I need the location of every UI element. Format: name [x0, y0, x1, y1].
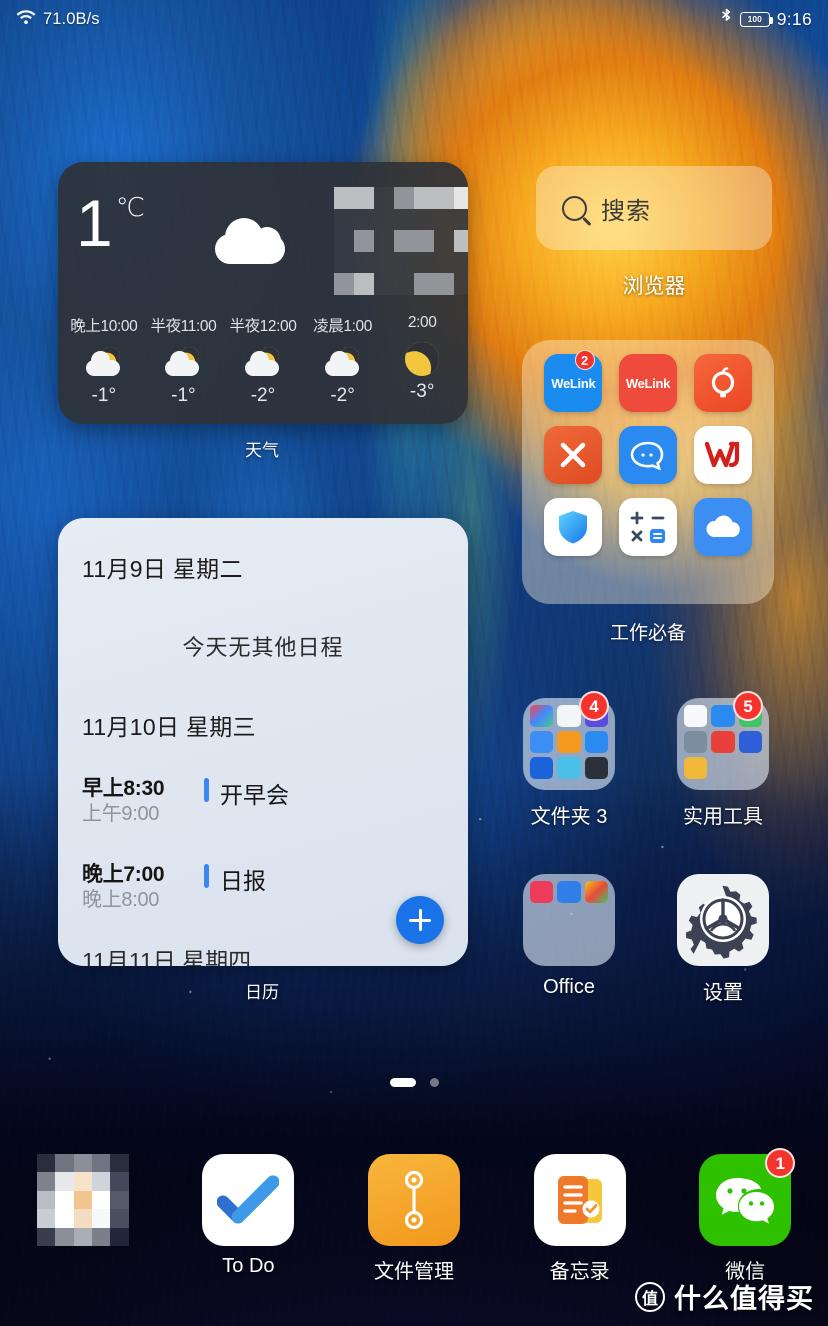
forecast-hour: 半夜12:00 -2° [223, 314, 303, 407]
dock-item-blurred[interactable] [0, 1154, 166, 1255]
moon-cloud-icon [64, 343, 144, 383]
watermark-text: 什么值得买 [674, 1277, 814, 1316]
peach-icon [706, 365, 740, 401]
calendar-date-tomorrow: 11月10日 星期三 [82, 708, 256, 742]
event-title: 开早会 [220, 776, 289, 810]
censored-mosaic-block [334, 187, 468, 295]
forecast-hour: 2:00 -3° [382, 314, 462, 407]
checkmark-icon [202, 1154, 294, 1246]
search-input[interactable]: 搜索 [536, 166, 772, 250]
page-dot-2[interactable] [430, 1078, 439, 1087]
x-icon [556, 438, 590, 472]
calendar-event[interactable]: 晚上7:00 晚上8:00 日报 [82, 862, 266, 913]
app-settings[interactable]: 设置 [664, 874, 782, 1005]
wps-w-icon [703, 438, 743, 472]
browser-widget-label: 浏览器 [536, 270, 772, 300]
search-icon [562, 196, 587, 221]
dock-item-file-manager[interactable]: 文件管理 [331, 1154, 497, 1284]
folder-utility-tools-label: 实用工具 [664, 800, 782, 829]
app-welink-blue[interactable]: WeLink 2 [536, 354, 611, 412]
folder-office-icon [523, 874, 615, 966]
notes-icon [534, 1154, 626, 1246]
app-welink-red[interactable]: WeLink [611, 354, 686, 412]
add-event-button[interactable] [396, 896, 444, 944]
moon-icon [382, 339, 462, 379]
folder-work-essentials-label: 工作必备 [522, 618, 774, 645]
moon-cloud-icon [144, 343, 224, 383]
weather-widget[interactable]: 1 ℃ 晚上10:00 -1° 半夜11:00 -1° 半夜12:00 -2° … [58, 162, 468, 424]
hourly-forecast: 晚上10:00 -1° 半夜11:00 -1° 半夜12:00 -2° 凌晨1:… [58, 314, 468, 407]
page-dot-1[interactable] [390, 1078, 416, 1087]
wifi-icon [16, 9, 36, 30]
watermark-logo: 值 [635, 1282, 665, 1312]
moon-cloud-icon [223, 343, 303, 383]
shield-icon [555, 508, 591, 546]
app-calculator[interactable] [611, 498, 686, 556]
notification-badge: 1 [765, 1148, 795, 1178]
event-color-bar [204, 864, 209, 888]
battery-indicator: 100 [740, 12, 770, 27]
app-chat[interactable] [611, 426, 686, 484]
event-title: 日报 [220, 862, 266, 896]
gear-icon [677, 874, 769, 966]
dock-item-todo[interactable]: To Do [166, 1154, 332, 1278]
notification-badge: 5 [733, 691, 763, 721]
calendar-empty-message: 今天无其他日程 [58, 630, 468, 662]
app-cloud-drive[interactable] [685, 498, 760, 556]
search-placeholder: 搜索 [601, 191, 651, 226]
app-peach[interactable] [685, 354, 760, 412]
folder-3[interactable]: 4 文件夹 3 [510, 698, 628, 829]
calendar-widget-label: 日历 [0, 978, 524, 1003]
event-color-bar [204, 778, 209, 802]
app-wps-office[interactable] [685, 426, 760, 484]
status-bar: 71.0B/s 100 9:16 [0, 0, 828, 38]
weather-current: 1 ℃ [58, 162, 468, 314]
network-speed: 71.0B/s [43, 10, 100, 29]
censored-icon [37, 1154, 129, 1246]
event-time-range: 晚上7:00 晚上8:00 [82, 862, 190, 913]
dock-label-file-manager: 文件管理 [331, 1255, 497, 1284]
dock-label-todo: To Do [166, 1255, 332, 1278]
app-settings-label: 设置 [664, 976, 782, 1005]
calendar-date-next: 11月11日 星期四 [82, 942, 251, 966]
file-manager-icon [368, 1154, 460, 1246]
cloud-icon [215, 218, 291, 264]
dock-item-notes[interactable]: 备忘录 [497, 1154, 663, 1284]
folder-3-icon: 4 [523, 698, 615, 790]
bluetooth-icon [720, 8, 733, 31]
cloud-icon [702, 512, 744, 542]
app-x-tool[interactable] [536, 426, 611, 484]
forecast-hour: 晚上10:00 -1° [64, 314, 144, 407]
wechat-icon: 1 [699, 1154, 791, 1246]
calendar-event[interactable]: 早上8:30 上午9:00 开早会 [82, 776, 289, 827]
current-temperature: 1 ℃ [76, 190, 144, 256]
folder-office[interactable]: Office [510, 874, 628, 999]
clock: 9:16 [777, 9, 812, 30]
chat-bubble-icon [628, 439, 668, 471]
folder-utility-tools-icon: 5 [677, 698, 769, 790]
notification-badge: 2 [575, 350, 595, 370]
forecast-hour: 凌晨1:00 -2° [303, 314, 383, 407]
event-time-range: 早上8:30 上午9:00 [82, 776, 190, 827]
moon-cloud-icon [303, 343, 383, 383]
calendar-widget[interactable]: 11月9日 星期二 今天无其他日程 11月10日 星期三 早上8:30 上午9:… [58, 518, 468, 966]
notification-badge: 4 [579, 691, 609, 721]
calendar-date-today: 11月9日 星期二 [82, 550, 243, 584]
dock-item-wechat[interactable]: 1 微信 [662, 1154, 828, 1284]
folder-3-label: 文件夹 3 [510, 800, 628, 829]
folder-office-label: Office [510, 976, 628, 999]
weather-widget-label: 天气 [0, 436, 524, 461]
page-indicator[interactable] [0, 1078, 828, 1087]
watermark: 值 什么值得买 [635, 1277, 814, 1316]
forecast-hour: 半夜11:00 -1° [144, 314, 224, 407]
calculator-icon [627, 508, 669, 546]
folder-utility-tools[interactable]: 5 实用工具 [664, 698, 782, 829]
app-security-shield[interactable] [536, 498, 611, 556]
folder-work-essentials[interactable]: WeLink 2 WeLink [522, 340, 774, 604]
